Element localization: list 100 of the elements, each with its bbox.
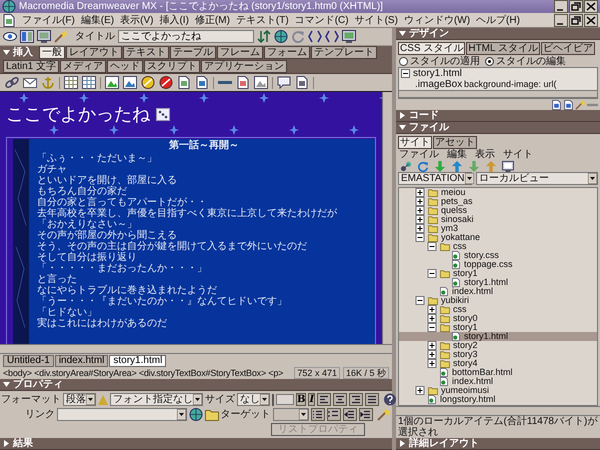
document-icon[interactable] <box>2 14 16 26</box>
collapse-arrow-icon[interactable] <box>399 124 406 131</box>
collapse-arrow-icon[interactable] <box>3 381 10 388</box>
insert-tab[interactable]: スクリプト <box>144 60 200 73</box>
expand-icon[interactable] <box>427 350 437 359</box>
file-tree-item[interactable]: longstory.html <box>399 395 597 404</box>
panel-title[interactable]: コード <box>409 110 439 121</box>
menu-item[interactable]: 挿入(I) <box>159 14 189 26</box>
expand-arrow-icon[interactable] <box>399 440 406 447</box>
file-icon[interactable] <box>427 395 437 404</box>
css-selector[interactable]: .imageBox <box>415 79 461 90</box>
document-tab[interactable]: index.html <box>54 355 108 367</box>
insert-tab[interactable]: テキスト <box>123 46 169 59</box>
radio-button[interactable] <box>485 56 494 66</box>
image-icon[interactable] <box>123 76 137 89</box>
vertical-scrollbar[interactable] <box>382 92 392 344</box>
file-icon[interactable] <box>451 260 461 269</box>
dropdown-arrow-icon[interactable] <box>193 394 202 405</box>
file-tree-item[interactable]: story2 <box>399 341 597 350</box>
font-select[interactable]: フォント指定なし <box>110 393 203 406</box>
insert-tab[interactable]: 一般 <box>39 46 65 59</box>
speech-bubble-icon[interactable] <box>277 76 291 89</box>
close-icon[interactable] <box>584 14 598 26</box>
site-select[interactable]: EMASTATION <box>398 172 472 185</box>
insert-tab[interactable]: フレーム <box>217 46 263 59</box>
horizontal-scrollbar[interactable] <box>0 344 392 354</box>
restore-icon[interactable] <box>569 14 583 26</box>
collapse-arrow-icon[interactable] <box>399 30 406 37</box>
align-left-icon[interactable] <box>317 393 332 406</box>
file-icon[interactable] <box>439 287 449 296</box>
table-icon[interactable] <box>82 76 96 89</box>
menu-item[interactable]: ファイル <box>399 149 439 160</box>
refresh-icon[interactable] <box>417 160 429 172</box>
collapse-arrow-icon[interactable] <box>3 49 10 56</box>
help-icon[interactable] <box>383 393 398 406</box>
dropdown-arrow-icon[interactable] <box>299 409 308 420</box>
split-view-icon[interactable] <box>20 30 34 43</box>
radio-button[interactable] <box>399 56 408 66</box>
insert-tab[interactable]: Latin1 文字 <box>3 60 60 73</box>
expand-arrow-icon[interactable] <box>399 112 406 119</box>
menu-item[interactable]: ヘルプ(H) <box>476 14 520 26</box>
menu-item[interactable]: 表示(V) <box>120 14 154 26</box>
folder-icon[interactable] <box>440 269 450 278</box>
monitor-icon[interactable] <box>342 30 356 43</box>
expand-icon[interactable] <box>415 215 425 224</box>
page-icon[interactable] <box>177 76 191 89</box>
restore-icon[interactable] <box>569 0 583 13</box>
menu-item[interactable]: ファイル(F) <box>22 14 75 26</box>
insert-tab[interactable]: フォーム <box>264 46 310 59</box>
panel-tab[interactable]: HTML スタイル <box>466 42 540 55</box>
file-icon[interactable] <box>451 332 461 341</box>
collapse-icon[interactable] <box>401 69 410 78</box>
panel-tab[interactable]: CSS スタイル <box>398 42 466 55</box>
title-field[interactable]: ここでよかったね <box>118 30 254 43</box>
image-icon[interactable] <box>254 76 268 89</box>
globe-icon[interactable] <box>274 30 288 43</box>
numbered-list-icon[interactable] <box>327 408 341 421</box>
insert-tab[interactable]: テンプレート <box>311 46 377 59</box>
window-icon[interactable] <box>502 160 514 172</box>
file-tree-item[interactable]: story1 <box>399 269 597 278</box>
panel-tab[interactable]: アセット <box>433 136 477 149</box>
close-icon[interactable] <box>584 0 598 13</box>
collapse-icon[interactable] <box>427 242 437 251</box>
menu-item[interactable]: サイト(S) <box>354 14 398 26</box>
dropdown-arrow-icon[interactable] <box>260 394 269 405</box>
link-field[interactable] <box>56 408 187 421</box>
insert-tab[interactable]: レイアウト <box>66 46 122 59</box>
expand-icon[interactable] <box>415 188 425 197</box>
file-tree-item[interactable]: yubikiri <box>399 296 597 305</box>
envelope-icon[interactable] <box>23 76 37 89</box>
menu-item[interactable]: コマンド(C) <box>294 14 349 26</box>
image-icon[interactable] <box>105 76 119 89</box>
menu-item[interactable]: サイト <box>503 149 533 160</box>
menu-item[interactable]: 表示 <box>475 149 495 160</box>
file-tree-item[interactable]: yumeoimusi <box>399 386 597 395</box>
document-tab[interactable]: Untitled-1 <box>3 355 54 367</box>
radio-label[interactable]: スタイルの適用 <box>410 56 480 66</box>
page-icon[interactable] <box>236 76 250 89</box>
insert-tab[interactable]: テーブル <box>170 46 216 59</box>
target-select[interactable] <box>272 408 309 421</box>
expand-icon[interactable] <box>427 359 437 368</box>
file-tree-item[interactable]: story4 <box>399 359 597 368</box>
insert-tab[interactable]: メディア <box>60 60 106 73</box>
size-select[interactable]: なし <box>237 393 270 406</box>
collapse-icon[interactable] <box>415 296 425 305</box>
file-tree-item[interactable]: story1 <box>399 323 597 332</box>
collapse-icon[interactable] <box>427 269 437 278</box>
bold-button[interactable]: B <box>296 393 306 406</box>
file-tree-item[interactable]: yokattane <box>399 233 597 242</box>
folder-icon[interactable] <box>428 386 438 395</box>
file-tree-item[interactable]: css <box>399 305 597 314</box>
file-tree-item[interactable]: ym3 <box>399 224 597 233</box>
file-icon[interactable] <box>439 377 449 386</box>
dropdown-arrow-icon[interactable] <box>176 409 186 420</box>
minimize-icon[interactable] <box>554 0 568 13</box>
expand-icon[interactable] <box>415 386 425 395</box>
collapse-icon[interactable] <box>415 233 425 242</box>
expand-icon[interactable] <box>427 305 437 314</box>
radio-label[interactable]: スタイルの編集 <box>496 56 566 66</box>
file-tree-item[interactable]: css <box>399 242 597 251</box>
